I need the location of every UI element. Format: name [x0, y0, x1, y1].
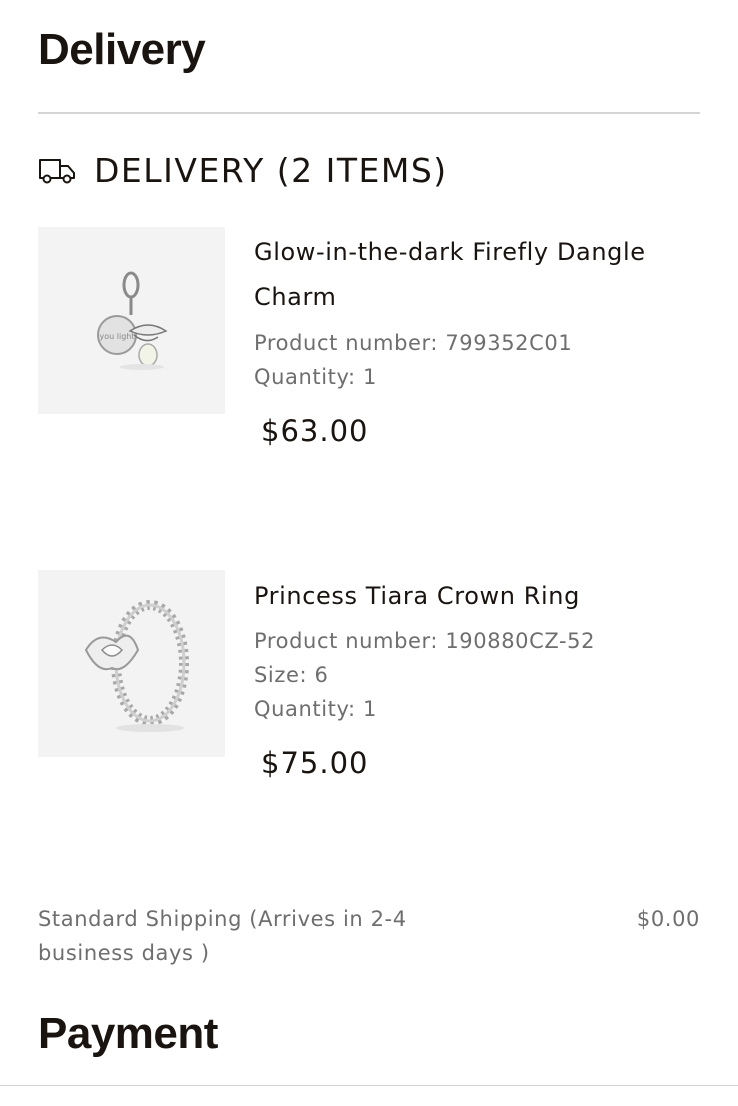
truck-icon: [38, 155, 76, 185]
section-divider: [38, 112, 700, 114]
product-number: Product number: 190880CZ-52: [254, 629, 596, 653]
product-number: Product number: 799352C01: [254, 331, 573, 355]
product-price: $63.00: [261, 414, 369, 448]
product-quantity: Quantity: 1: [254, 365, 377, 389]
product-price: $75.00: [261, 746, 369, 780]
delivery-section-title: Delivery: [38, 25, 206, 74]
delivery-group-label: DELIVERY (2 ITEMS): [94, 150, 448, 190]
svg-text:you light: you light: [100, 332, 135, 341]
product-name[interactable]: Princess Tiara Crown Ring: [254, 574, 694, 619]
shipping-price: $0.00: [636, 907, 700, 931]
product-image-tiara-ring[interactable]: [38, 570, 225, 757]
payment-section-title: Payment: [38, 1009, 218, 1058]
product-name[interactable]: Glow-in-the-dark Firefly Dangle Charm: [254, 230, 694, 320]
bottom-divider: [0, 1085, 738, 1086]
product-size: Size: 6: [254, 663, 329, 687]
product-image-firefly-charm[interactable]: you light: [38, 227, 225, 414]
shipping-method-label: Standard Shipping (Arrives in 2-4 busine…: [38, 907, 407, 965]
delivery-group-header: DELIVERY (2 ITEMS): [38, 150, 448, 190]
product-quantity: Quantity: 1: [254, 697, 377, 721]
